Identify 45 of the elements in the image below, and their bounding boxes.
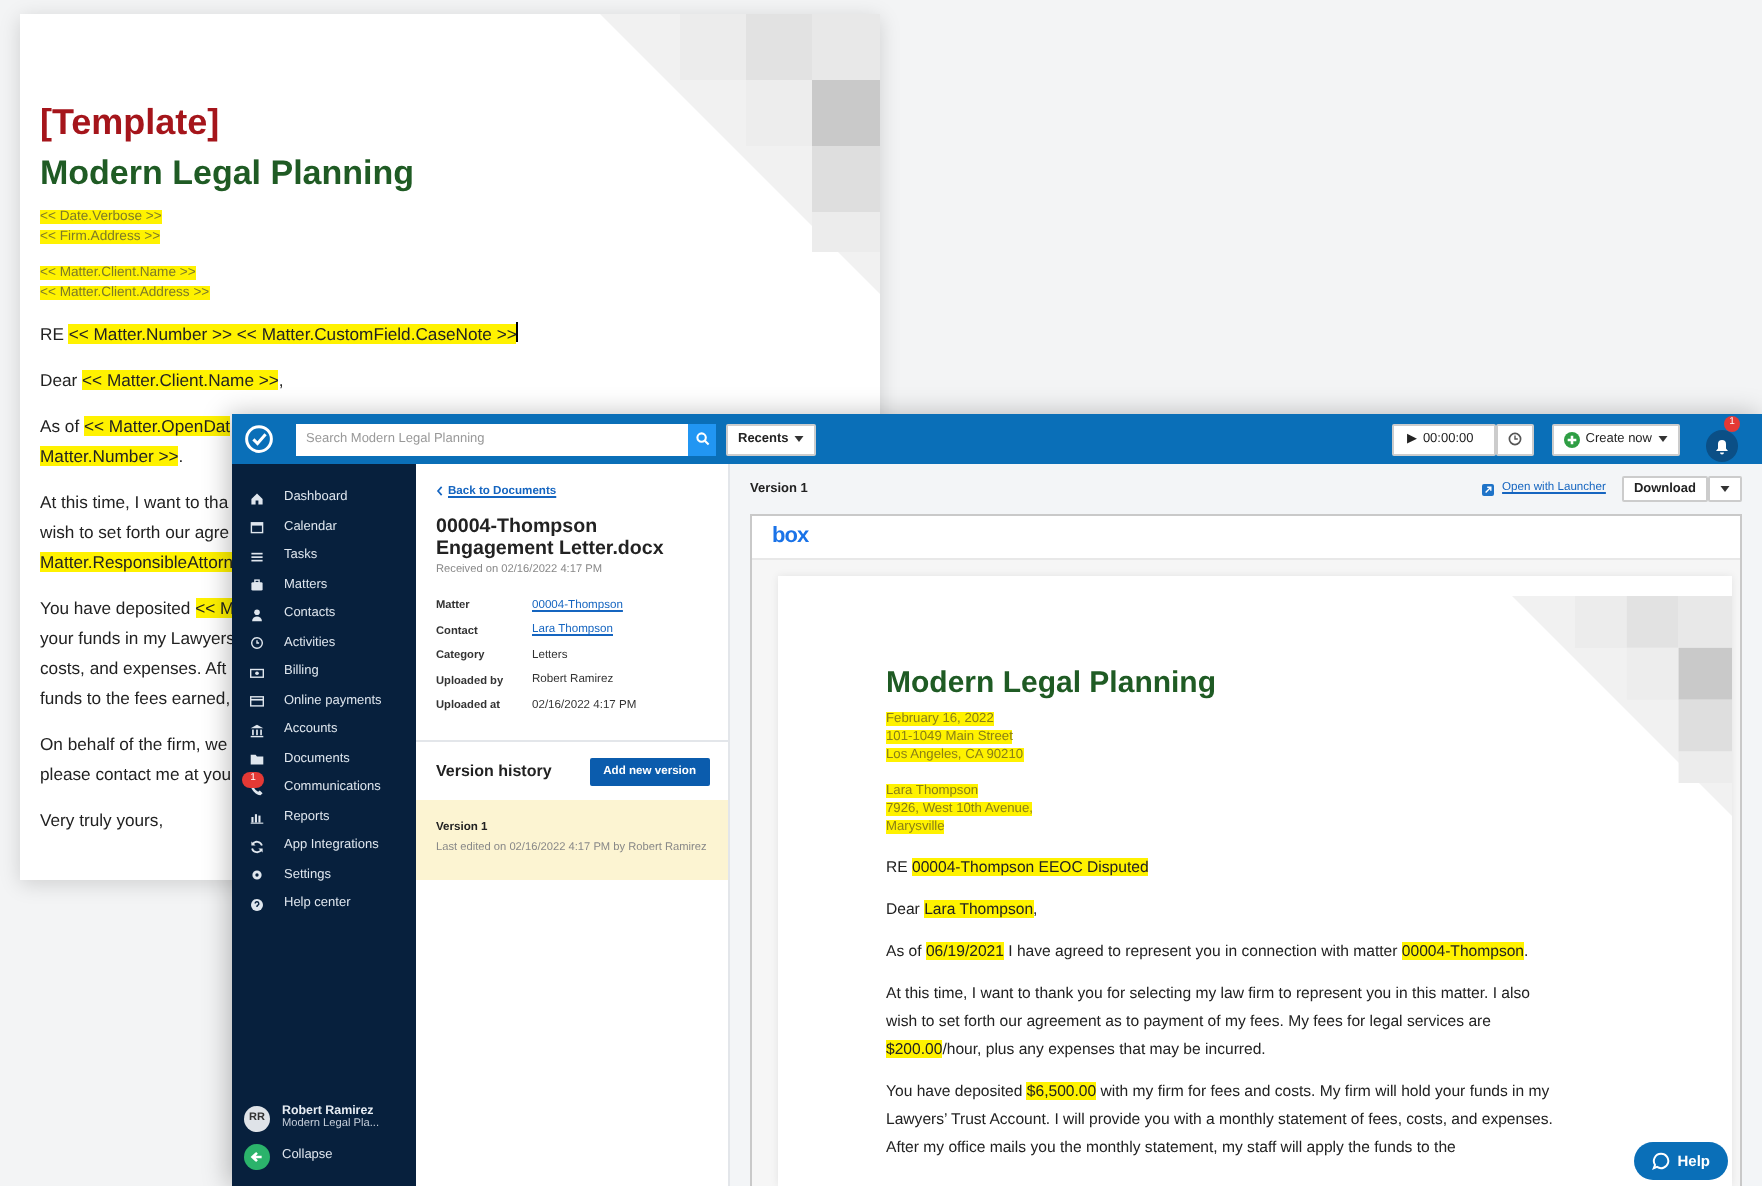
caret-icon [1658,436,1668,442]
document-line: costs, and expenses. Aft [40,656,227,682]
document-line: As of << Matter.OpenDat [40,414,231,440]
bar-chart-icon [250,810,264,825]
cash-icon [250,665,264,680]
person-icon [250,607,264,622]
plus-circle-icon [1563,431,1580,447]
document-line: RE << Matter.Number >> << Matter.CustomField.CaseNote >> [40,320,519,348]
caret-icon [794,436,805,442]
briefcase-icon [250,578,264,593]
document-line: At this time, I want to tha [40,490,229,516]
document-title: 00004-Thompson Engagement Letter.docx [436,515,666,562]
calendar-icon [250,520,264,535]
document-line: please contact me at you [40,762,232,788]
document-line: On behalf of the firm, we [40,732,228,758]
caret-icon [1720,486,1730,492]
arrow-left-icon [244,1143,270,1169]
chevron-left-icon [436,485,444,496]
list-icon [250,549,264,564]
document-line: Very truly yours, [40,808,164,834]
search-button[interactable] [688,423,716,455]
letter-title: Modern Legal Planning [886,666,1219,702]
clock-icon [1507,432,1522,446]
document-line: Dear << Matter.Client.Name >>, [40,368,284,394]
check-circle-logo-icon[interactable] [244,424,274,454]
firm-title: Modern Legal Planning [40,152,417,196]
external-link-icon [1482,483,1495,495]
clock-button[interactable] [1495,423,1534,455]
notification-bell-icon[interactable] [1706,430,1738,463]
sync-icon [250,839,264,854]
search-icon [695,432,709,446]
bank-icon [250,723,264,738]
template-heading: [Template] [40,100,222,144]
gear-icon [250,868,264,883]
document-line: wish to set forth our agre [40,520,230,546]
box-logo: box [772,522,809,553]
help-icon [250,897,264,912]
chat-bubble-icon [1651,1151,1670,1170]
credit-card-icon [250,694,264,709]
download-caret-button[interactable] [1708,476,1742,502]
document-line: funds to the fees earned, [40,686,231,712]
folder-icon [250,752,264,767]
clock-icon [250,636,264,651]
home-icon [250,491,264,506]
section-title: Version history [436,759,552,784]
